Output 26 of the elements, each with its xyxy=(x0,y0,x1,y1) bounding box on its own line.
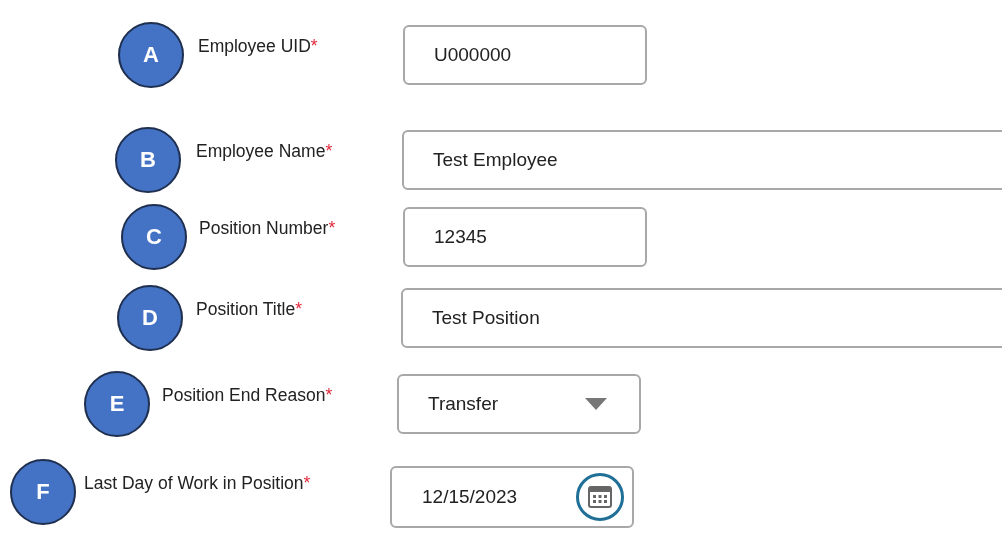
step-marker: A xyxy=(118,22,184,88)
step-marker: C xyxy=(121,204,187,270)
calendar-icon[interactable] xyxy=(575,472,625,522)
step-marker: D xyxy=(117,285,183,351)
caret-icon xyxy=(585,398,607,410)
field-label: Position Number xyxy=(199,218,329,238)
text-field[interactable]: U000000 xyxy=(403,25,647,85)
text-field[interactable]: Test Employee xyxy=(402,130,1002,190)
required-asterisk: * xyxy=(328,218,336,238)
text-field[interactable]: 12345 xyxy=(403,207,647,267)
step-marker: F xyxy=(10,459,76,525)
required-asterisk: * xyxy=(295,299,303,319)
field-label: Position Title xyxy=(196,299,296,319)
text-field[interactable]: Test Position xyxy=(401,288,1002,348)
field-label: Employee Name xyxy=(196,141,326,161)
required-asterisk: * xyxy=(310,36,318,56)
date-field[interactable]: 12/15/2023 xyxy=(390,466,634,528)
required-asterisk: * xyxy=(325,141,333,161)
dropdown-field[interactable]: Transfer xyxy=(397,374,641,434)
step-marker: B xyxy=(115,127,181,193)
required-asterisk: * xyxy=(325,385,333,405)
field-label: Position End Reason xyxy=(162,385,326,405)
step-marker: E xyxy=(84,371,150,437)
required-asterisk: * xyxy=(303,473,311,493)
field-label: Last Day of Work in Position xyxy=(84,473,304,493)
field-label: Employee UID xyxy=(198,36,311,56)
